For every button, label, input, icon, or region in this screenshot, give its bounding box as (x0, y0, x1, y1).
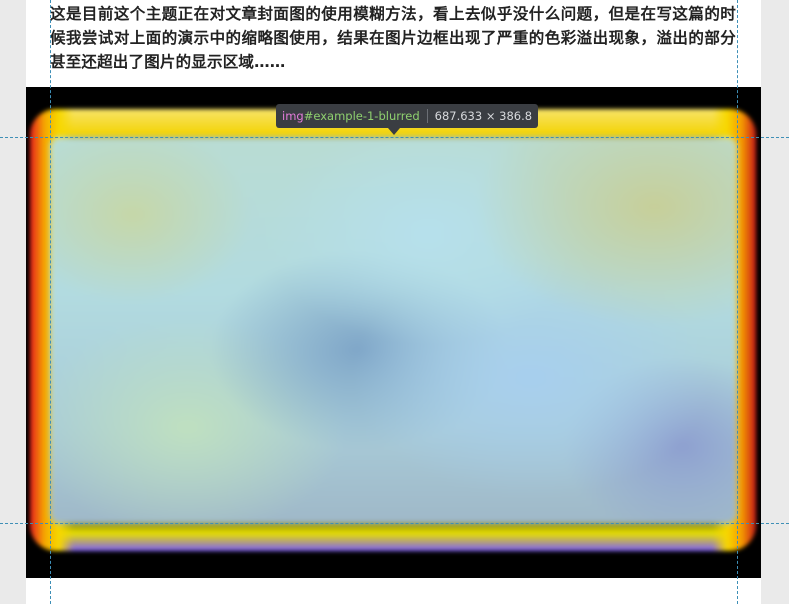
tooltip-id: #example-1-blurred (303, 109, 420, 123)
tooltip-divider (426, 109, 428, 123)
tooltip-tag: img (282, 109, 304, 123)
article-paragraph: 这是目前这个主题正在对文章封面图的使用模糊方法，看上去似乎没什么问题，但是在写这… (50, 5, 736, 71)
figure-container (26, 87, 761, 578)
blurred-image[interactable] (50, 137, 737, 524)
tooltip-dimensions: 687.633 × 386.8 (434, 109, 533, 123)
devtools-element-tooltip: img #example-1-blurred 687.633 × 386.8 (276, 104, 539, 128)
tooltip-arrow-icon (388, 128, 400, 135)
